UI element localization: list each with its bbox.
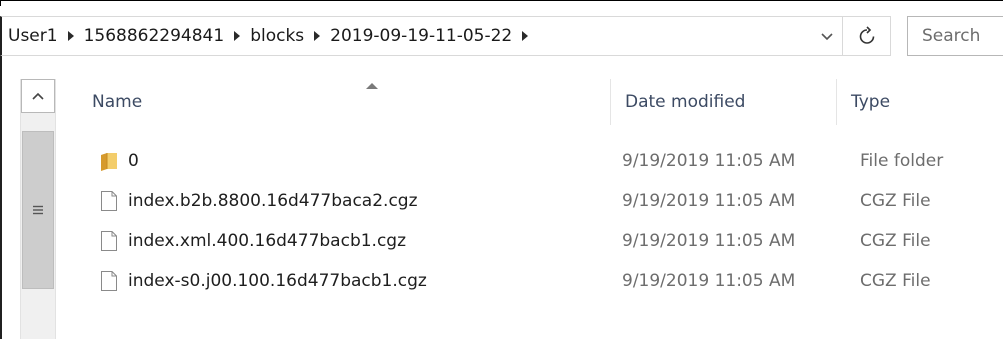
- file-name: index-s0.j00.100.16d477bacb1.cgz: [128, 271, 427, 291]
- chevron-up-icon: [32, 92, 44, 100]
- sort-ascending-icon: [366, 83, 378, 89]
- search-input[interactable]: Search: [907, 16, 1003, 56]
- file-icon: [100, 190, 118, 212]
- file-type-cell: CGZ File: [860, 271, 931, 291]
- column-headers: Name Date modified Type: [56, 79, 1003, 125]
- file-date-cell: 9/19/2019 11:05 AM: [622, 151, 796, 171]
- file-row[interactable]: 0 9/19/2019 11:05 AM File folder: [56, 141, 1003, 181]
- file-name: 0: [128, 151, 139, 171]
- column-header-type[interactable]: Type: [836, 79, 1003, 125]
- file-list: 0 9/19/2019 11:05 AM File folder index.b…: [56, 141, 1003, 301]
- file-name: index.b2b.8800.16d477baca2.cgz: [128, 191, 418, 211]
- breadcrumb-user1[interactable]: User1: [2, 17, 80, 55]
- column-header-label: Name: [92, 92, 143, 112]
- search-placeholder: Search: [922, 26, 981, 46]
- file-icon: [100, 230, 118, 252]
- refresh-button[interactable]: [843, 16, 891, 56]
- breadcrumb-label: blocks: [250, 26, 305, 46]
- file-name-cell: index.xml.400.16d477bacb1.cgz: [100, 221, 406, 261]
- scroll-up-button[interactable]: [21, 79, 55, 113]
- file-name-cell: index.b2b.8800.16d477baca2.cgz: [100, 181, 418, 221]
- column-header-name[interactable]: Name: [78, 79, 610, 125]
- file-row[interactable]: index.b2b.8800.16d477baca2.cgz 9/19/2019…: [56, 181, 1003, 221]
- file-type-cell: CGZ File: [860, 191, 931, 211]
- address-bar[interactable]: User1 1568862294841 blocks 2019-09-19-11…: [0, 16, 843, 56]
- breadcrumb-separator-icon[interactable]: [234, 31, 241, 41]
- breadcrumb-blocks[interactable]: blocks: [246, 17, 326, 55]
- breadcrumb-label: 2019-09-19-11-05-22: [330, 26, 513, 46]
- file-name-cell: index-s0.j00.100.16d477bacb1.cgz: [100, 261, 427, 301]
- file-type-cell: CGZ File: [860, 231, 931, 251]
- breadcrumb-1568862294841[interactable]: 1568862294841: [80, 17, 247, 55]
- file-date-cell: 9/19/2019 11:05 AM: [622, 231, 796, 251]
- breadcrumb-label: User1: [8, 26, 58, 46]
- column-header-label: Type: [851, 92, 891, 112]
- scroll-thumb[interactable]: [22, 131, 54, 289]
- file-row[interactable]: index.xml.400.16d477bacb1.cgz 9/19/2019 …: [56, 221, 1003, 261]
- window-left-border: [0, 56, 2, 339]
- chevron-down-icon[interactable]: [820, 27, 834, 46]
- file-date-cell: 9/19/2019 11:05 AM: [622, 271, 796, 291]
- file-name-cell: 0: [100, 141, 139, 181]
- vertical-scrollbar[interactable]: [20, 79, 56, 339]
- grip-icon: [33, 205, 43, 215]
- refresh-icon: [859, 26, 874, 44]
- column-header-label: Date modified: [625, 92, 746, 112]
- file-type-cell: File folder: [860, 151, 944, 171]
- breadcrumb-separator-icon[interactable]: [522, 31, 529, 41]
- breadcrumb-separator-icon[interactable]: [67, 31, 74, 41]
- file-row[interactable]: index-s0.j00.100.16d477bacb1.cgz 9/19/20…: [56, 261, 1003, 301]
- breadcrumb-separator-icon[interactable]: [314, 31, 321, 41]
- file-date-cell: 9/19/2019 11:05 AM: [622, 191, 796, 211]
- file-explorer-window: User1 1568862294841 blocks 2019-09-19-11…: [0, 0, 1003, 339]
- folder-icon: [100, 150, 118, 172]
- column-header-date-modified[interactable]: Date modified: [610, 79, 836, 125]
- file-name: index.xml.400.16d477bacb1.cgz: [128, 231, 407, 251]
- window-border: [0, 0, 1003, 6]
- breadcrumb-date-folder[interactable]: 2019-09-19-11-05-22: [326, 17, 534, 55]
- file-icon: [100, 270, 118, 292]
- breadcrumb-label: 1568862294841: [83, 26, 225, 46]
